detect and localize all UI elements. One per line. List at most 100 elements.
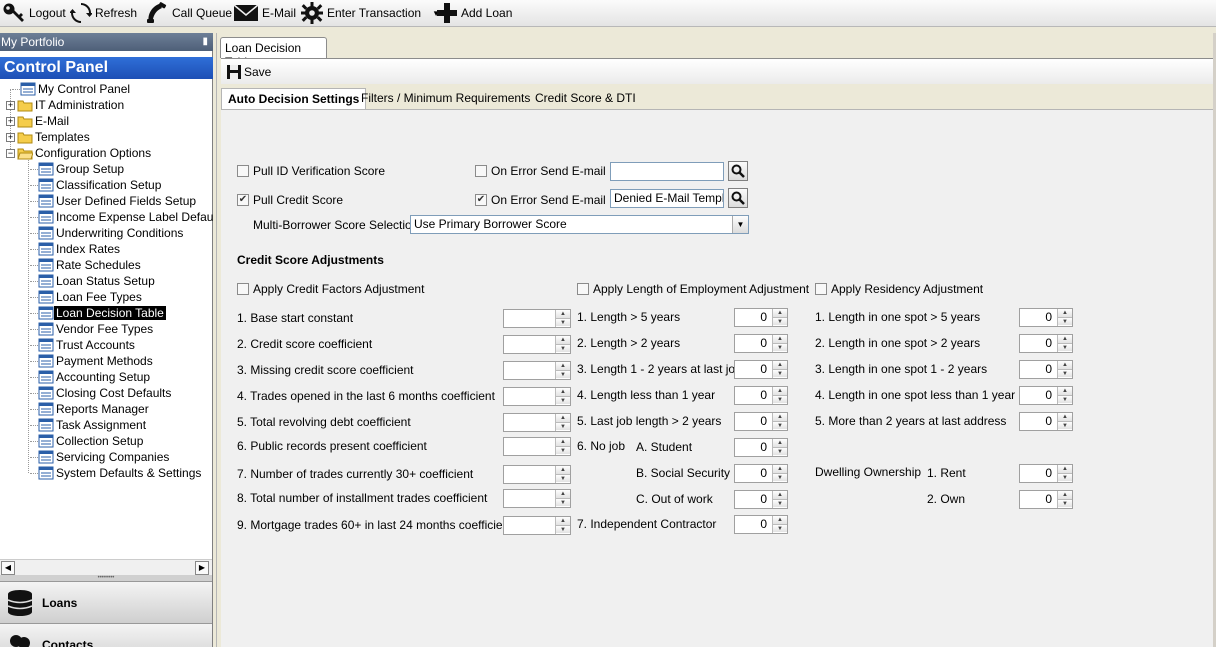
scroll-right-icon[interactable]: ▶ [195, 561, 209, 575]
pin-icon[interactable]: ▮ [202, 33, 208, 51]
save-button[interactable]: Save [226, 64, 271, 80]
stepper-up-icon[interactable]: ▲ [556, 388, 570, 396]
tree-item-classification-setup[interactable]: Classification Setup [30, 177, 163, 193]
search-button-1[interactable] [728, 161, 748, 181]
tree-item-income-expense-label-defaults[interactable]: Income Expense Label Defaults [30, 209, 213, 225]
stepper-down-icon[interactable]: ▼ [556, 498, 570, 506]
stepper-down-icon[interactable]: ▼ [556, 318, 570, 326]
stepper-down-icon[interactable]: ▼ [556, 525, 570, 533]
no-job-stepper-1[interactable]: 0 ▲ ▼ [734, 438, 788, 457]
tree-item-servicing-companies[interactable]: Servicing Companies [30, 449, 171, 465]
stepper-up-icon[interactable]: ▲ [1058, 491, 1072, 499]
credit-factor-stepper-3[interactable]: ▲ ▼ [503, 361, 571, 380]
stepper-down-icon[interactable]: ▼ [556, 344, 570, 352]
tree-item-loan-status-setup[interactable]: Loan Status Setup [30, 273, 157, 289]
apply-credit-factors-checkbox[interactable]: Apply Credit Factors Adjustment [237, 282, 424, 296]
stepper-up-icon[interactable]: ▲ [1058, 413, 1072, 421]
on-error-send-email-checkbox-1[interactable]: On Error Send E-mail [475, 164, 606, 178]
stepper-down-icon[interactable]: ▼ [773, 317, 787, 325]
tab-credit-score-dti[interactable]: Credit Score & DTI [529, 88, 642, 109]
stepper-up-icon[interactable]: ▲ [1058, 387, 1072, 395]
search-button-2[interactable] [728, 188, 748, 208]
stepper-up-icon[interactable]: ▲ [556, 438, 570, 446]
stepper-up-icon[interactable]: ▲ [773, 516, 787, 524]
residency-stepper-3[interactable]: 0 ▲ ▼ [1019, 360, 1073, 379]
stepper-up-icon[interactable]: ▲ [556, 310, 570, 318]
stepper-down-icon[interactable]: ▼ [773, 524, 787, 532]
employment-stepper-3[interactable]: 0 ▲ ▼ [734, 360, 788, 379]
enter-transaction-button[interactable]: Enter Transaction ▼ [300, 1, 440, 25]
refresh-button[interactable]: Refresh [70, 1, 137, 25]
dwelling-stepper-1[interactable]: 0 ▲ ▼ [1019, 464, 1073, 483]
stepper-down-icon[interactable]: ▼ [773, 473, 787, 481]
tree-item-underwriting-conditions[interactable]: Underwriting Conditions [30, 225, 185, 241]
stepper-up-icon[interactable]: ▲ [773, 413, 787, 421]
employment-stepper-4[interactable]: 0 ▲ ▼ [734, 386, 788, 405]
checkbox-box[interactable] [475, 165, 487, 177]
stepper-up-icon[interactable]: ▲ [773, 439, 787, 447]
stepper-down-icon[interactable]: ▼ [1058, 317, 1072, 325]
tab-loan-decision-table[interactable]: Loan Decision Table [220, 37, 327, 69]
tree-item-payment-methods[interactable]: Payment Methods [30, 353, 155, 369]
stepper-down-icon[interactable]: ▼ [556, 474, 570, 482]
tree-item-index-rates[interactable]: Index Rates [30, 241, 122, 257]
tree-item-my-control-panel[interactable]: My Control Panel [12, 81, 132, 97]
credit-factor-stepper-4[interactable]: ▲ ▼ [503, 387, 571, 406]
tree-item-task-assignment[interactable]: Task Assignment [30, 417, 148, 433]
tab-filters-minimum-requirements[interactable]: Filters / Minimum Requirements [355, 88, 536, 109]
stepper-up-icon[interactable]: ▲ [773, 361, 787, 369]
stepper-down-icon[interactable]: ▼ [1058, 421, 1072, 429]
employment-stepper-1[interactable]: 0 ▲ ▼ [734, 308, 788, 327]
add-loan-button[interactable]: Add Loan [436, 1, 512, 25]
tree-item-vendor-fee-types[interactable]: Vendor Fee Types [30, 321, 155, 337]
stepper-down-icon[interactable]: ▼ [773, 369, 787, 377]
stepper-down-icon[interactable]: ▼ [556, 422, 570, 430]
stepper-down-icon[interactable]: ▼ [773, 421, 787, 429]
tab-auto-decision-settings[interactable]: Auto Decision Settings [221, 88, 367, 109]
stepper-up-icon[interactable]: ▲ [773, 309, 787, 317]
expand-icon[interactable]: + [6, 116, 15, 126]
stepper-down-icon[interactable]: ▼ [1058, 473, 1072, 481]
tree-item-templates[interactable]: + Templates [6, 129, 92, 145]
credit-factor-stepper-5[interactable]: ▲ ▼ [503, 413, 571, 432]
email-template-field-2[interactable]: Denied E-Mail Template [610, 189, 724, 208]
horizontal-scrollbar[interactable]: ◀ ▶ [0, 559, 212, 575]
apply-residency-checkbox[interactable]: Apply Residency Adjustment [815, 282, 983, 296]
stepper-up-icon[interactable]: ▲ [773, 335, 787, 343]
residency-stepper-1[interactable]: 0 ▲ ▼ [1019, 308, 1073, 327]
stepper-down-icon[interactable]: ▼ [1058, 395, 1072, 403]
stepper-down-icon[interactable]: ▼ [773, 499, 787, 507]
tree-item-reports-manager[interactable]: Reports Manager [30, 401, 151, 417]
stepper-down-icon[interactable]: ▼ [1058, 369, 1072, 377]
stepper-down-icon[interactable]: ▼ [1058, 499, 1072, 507]
stepper-up-icon[interactable]: ▲ [773, 387, 787, 395]
stepper-down-icon[interactable]: ▼ [1058, 343, 1072, 351]
credit-factor-stepper-2[interactable]: ▲ ▼ [503, 335, 571, 354]
expand-icon[interactable]: + [6, 132, 15, 142]
stepper-up-icon[interactable]: ▲ [556, 466, 570, 474]
stepper-up-icon[interactable]: ▲ [556, 490, 570, 498]
stepper-up-icon[interactable]: ▲ [1058, 335, 1072, 343]
no-job-stepper-3[interactable]: 0 ▲ ▼ [734, 490, 788, 509]
credit-factor-stepper-1[interactable]: ▲ ▼ [503, 309, 571, 328]
tree-item-accounting-setup[interactable]: Accounting Setup [30, 369, 152, 385]
logout-button[interactable]: Logout [2, 1, 66, 25]
collapse-icon[interactable]: − [6, 148, 15, 158]
tree-item-email[interactable]: + E-Mail [6, 113, 71, 129]
nav-loans-button[interactable]: Loans [0, 581, 212, 623]
stepper-up-icon[interactable]: ▲ [556, 336, 570, 344]
stepper-up-icon[interactable]: ▲ [556, 517, 570, 525]
tree-item-group-setup[interactable]: Group Setup [30, 161, 126, 177]
checkbox-box[interactable] [577, 283, 589, 295]
stepper-up-icon[interactable]: ▲ [773, 465, 787, 473]
call-queue-button[interactable]: Call Queue [145, 1, 232, 25]
stepper-up-icon[interactable]: ▲ [773, 491, 787, 499]
independent-contractor-stepper[interactable]: 0 ▲ ▼ [734, 515, 788, 534]
email-button[interactable]: E-Mail [233, 1, 296, 25]
expand-icon[interactable]: + [6, 100, 15, 110]
stepper-down-icon[interactable]: ▼ [773, 447, 787, 455]
stepper-up-icon[interactable]: ▲ [556, 362, 570, 370]
checkbox-box[interactable]: ✔ [475, 194, 487, 206]
tree-item-it-administration[interactable]: + IT Administration [6, 97, 126, 113]
apply-employment-checkbox[interactable]: Apply Length of Employment Adjustment [577, 282, 809, 296]
